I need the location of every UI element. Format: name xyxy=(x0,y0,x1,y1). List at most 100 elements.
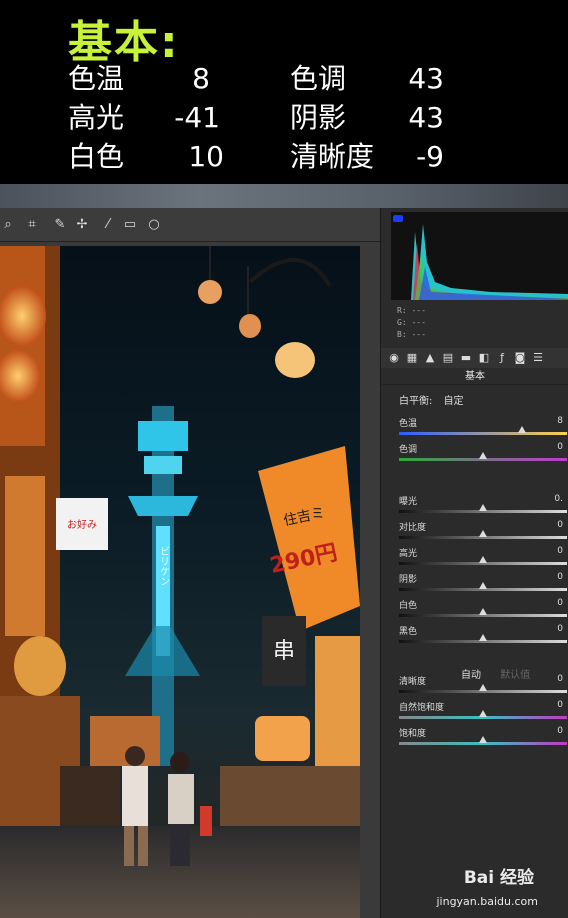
blacks-label: 黑色 xyxy=(399,627,418,637)
caption-value-tint: 43 xyxy=(408,62,444,95)
eyedropper-icon[interactable]: ✎ xyxy=(52,217,68,233)
vibrance-slider-thumb[interactable] xyxy=(479,710,487,717)
detail-tab-icon[interactable]: ▲ xyxy=(423,351,437,365)
caption-value-shadows: 43 xyxy=(408,101,444,134)
watermark-brand: Bai 经验 xyxy=(463,868,534,888)
contrast-slider-thumb[interactable] xyxy=(479,530,487,537)
slider-row-blacks: 黑色 0 xyxy=(399,624,567,650)
split-toning-tab-icon[interactable]: ▬ xyxy=(459,351,473,365)
image-preview-area: ビリケン お好み 住吉ミ 290円 串 xyxy=(0,242,380,918)
sign-left-text: お好み xyxy=(67,519,97,531)
slider-row-saturation: 饱和度 0 xyxy=(399,726,567,752)
presets-tab-icon[interactable]: ☰ xyxy=(531,351,545,365)
shadows-value[interactable]: 0 xyxy=(557,572,563,582)
vibrance-label: 自然饱和度 xyxy=(399,703,445,713)
slider-row-tint: 色调 0 xyxy=(399,442,567,468)
caption-label-temp: 色温 xyxy=(68,62,125,95)
r-label: R: xyxy=(397,306,407,315)
night-street-photo: ビリケン お好み 住吉ミ 290円 串 xyxy=(0,246,360,918)
b-value: --- xyxy=(411,330,426,339)
blacks-value[interactable]: 0 xyxy=(557,624,563,634)
tower-text: ビリケン xyxy=(158,546,170,586)
exposure-value[interactable]: 0. xyxy=(554,494,563,504)
tint-label: 色调 xyxy=(399,445,418,455)
temperature-label: 色温 xyxy=(399,419,418,429)
slider-row-shadows: 阴影 0 xyxy=(399,572,567,598)
highlights-label: 高光 xyxy=(399,549,418,559)
blacks-slider-thumb[interactable] xyxy=(479,634,487,641)
contrast-label: 对比度 xyxy=(399,523,427,533)
default-button[interactable]: 默认值 xyxy=(500,670,530,681)
tool-bar: ⌕ ⌗ ✎ ✢ ⁄ ▭ ○ xyxy=(0,208,380,242)
b-label: B: xyxy=(397,330,407,339)
saturation-value[interactable]: 0 xyxy=(557,726,563,736)
caption-label-tint: 色调 xyxy=(290,62,347,95)
highlights-slider-thumb[interactable] xyxy=(479,556,487,563)
clarity-label: 清晰度 xyxy=(399,677,427,687)
slider-row-exposure: 曝光 0. xyxy=(399,494,567,520)
clarity-slider-thumb[interactable] xyxy=(479,684,487,691)
histogram-graph xyxy=(411,224,568,300)
histogram xyxy=(391,212,568,300)
tint-value[interactable]: 0 xyxy=(557,442,563,452)
exposure-label: 曝光 xyxy=(399,497,418,507)
r-value: --- xyxy=(411,306,426,315)
radial-icon[interactable]: ○ xyxy=(146,217,162,233)
highlights-value[interactable]: 0 xyxy=(557,546,563,556)
contrast-value[interactable]: 0 xyxy=(557,520,563,530)
crop-icon[interactable]: ⌗ xyxy=(24,217,40,233)
whites-slider-thumb[interactable] xyxy=(479,608,487,615)
slider-row-vibrance: 自然饱和度 0 xyxy=(399,700,567,726)
watermark-url: jingyan.baidu.com xyxy=(436,895,538,908)
auto-button[interactable]: 自动 xyxy=(461,670,481,681)
white-balance-row: 白平衡: 自定 xyxy=(399,392,472,407)
tone-curve-tab-icon[interactable]: ▦ xyxy=(405,351,419,365)
brush-icon[interactable]: ⁄ xyxy=(100,217,116,233)
caption-title: 基本: xyxy=(68,17,180,68)
slider-row-whites: 白色 0 xyxy=(399,598,567,624)
caption-value-clarity: -9 xyxy=(416,140,444,173)
g-value: --- xyxy=(411,318,426,327)
vibrance-value[interactable]: 0 xyxy=(557,700,563,710)
g-label: G: xyxy=(397,318,407,327)
caption-value-temp: 8 xyxy=(192,62,210,95)
panel-tab-bar: ◉ ▦ ▲ ▤ ▬ ◧ ƒ ◙ ☰ xyxy=(381,348,568,368)
caption-value-highlights: -41 xyxy=(174,101,220,134)
camera-raw-window: ⌕ ⌗ ✎ ✢ ⁄ ▭ ○ ビリケン お好み 住吉ミ 290円 串 R: ---… xyxy=(0,184,568,918)
clarity-value[interactable]: 0 xyxy=(557,674,563,684)
temperature-value[interactable]: 8 xyxy=(557,416,563,426)
caption-value-whites: 10 xyxy=(188,140,224,173)
spot-heal-icon[interactable]: ✢ xyxy=(74,217,90,233)
tint-slider-thumb[interactable] xyxy=(479,452,487,459)
rgb-readout-r: R: --- xyxy=(397,306,426,315)
lens-tab-icon[interactable]: ◧ xyxy=(477,351,491,365)
slider-row-temperature: 色温 8 xyxy=(399,416,567,442)
adjustment-panel: R: --- G: --- B: --- ◉ ▦ ▲ ▤ ▬ ◧ ƒ ◙ ☰ 基… xyxy=(380,208,568,918)
zoom-icon[interactable]: ⌕ xyxy=(0,217,16,233)
shadows-slider-thumb[interactable] xyxy=(479,582,487,589)
shadow-clipping-warning-icon[interactable] xyxy=(393,215,403,222)
white-balance-dropdown[interactable]: 自定 xyxy=(444,396,464,407)
effects-tab-icon[interactable]: ƒ xyxy=(495,351,509,365)
preview-photo[interactable]: ビリケン お好み 住吉ミ 290円 串 xyxy=(0,246,360,918)
rgb-readout-b: B: --- xyxy=(397,330,426,339)
exposure-slider-thumb[interactable] xyxy=(479,504,487,511)
caption-label-whites: 白色 xyxy=(68,140,125,173)
temperature-slider-track[interactable] xyxy=(399,432,567,435)
caption-label-highlights: 高光 xyxy=(68,101,125,134)
rgb-readout-g: G: --- xyxy=(397,318,426,327)
whites-label: 白色 xyxy=(399,601,418,611)
sign-kanji: 串 xyxy=(273,639,295,664)
slider-row-contrast: 对比度 0 xyxy=(399,520,567,546)
saturation-slider-thumb[interactable] xyxy=(479,736,487,743)
caption-label-shadows: 阴影 xyxy=(290,101,347,134)
gradient-icon[interactable]: ▭ xyxy=(122,217,138,233)
caption-overlay: 基本: 色温 8 色调 43 高光 -41 阴影 43 白色 10 清晰度 -9 xyxy=(0,0,568,184)
temperature-slider-thumb[interactable] xyxy=(517,426,526,433)
camera-calibration-tab-icon[interactable]: ◙ xyxy=(513,351,527,365)
hsl-tab-icon[interactable]: ▤ xyxy=(441,351,455,365)
saturation-label: 饱和度 xyxy=(399,729,427,739)
basic-tab-icon[interactable]: ◉ xyxy=(387,351,401,365)
window-top-strip xyxy=(0,184,568,208)
whites-value[interactable]: 0 xyxy=(557,598,563,608)
